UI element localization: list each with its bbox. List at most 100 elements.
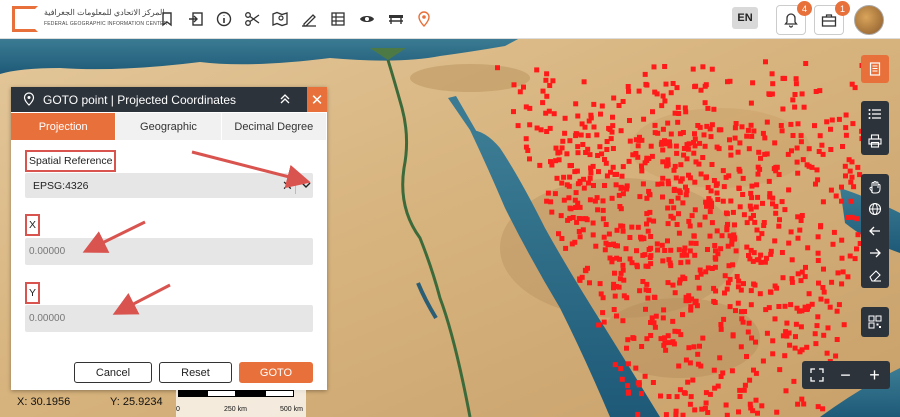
map-point[interactable] — [772, 140, 778, 146]
map-point[interactable] — [821, 266, 826, 272]
map-point[interactable] — [675, 104, 681, 110]
map-point[interactable] — [588, 170, 594, 176]
map-point[interactable] — [540, 88, 546, 94]
map-point[interactable] — [678, 178, 684, 184]
map-point[interactable] — [789, 257, 795, 263]
map-point[interactable] — [794, 159, 800, 165]
map-point[interactable] — [814, 167, 820, 173]
map-point[interactable] — [824, 350, 830, 356]
map-point[interactable] — [734, 274, 740, 279]
map-point[interactable] — [787, 342, 793, 348]
map-point[interactable] — [709, 122, 715, 128]
map-point[interactable] — [839, 281, 845, 287]
map-point[interactable] — [748, 215, 754, 221]
map-point[interactable] — [726, 173, 732, 179]
map-point[interactable] — [798, 133, 804, 139]
map-point[interactable] — [594, 132, 600, 138]
map-point[interactable] — [609, 195, 615, 201]
map-point[interactable] — [740, 192, 746, 197]
map-point[interactable] — [793, 334, 798, 340]
map-point[interactable] — [719, 233, 725, 239]
map-point[interactable] — [800, 157, 806, 163]
map-point[interactable] — [792, 345, 798, 351]
map-point[interactable] — [695, 361, 701, 367]
map-point[interactable] — [655, 130, 661, 136]
map-point[interactable] — [854, 216, 860, 222]
map-point[interactable] — [676, 230, 682, 236]
map-point[interactable] — [546, 108, 552, 114]
map-point[interactable] — [605, 242, 611, 248]
map-point[interactable] — [737, 394, 743, 399]
map-point[interactable] — [666, 181, 671, 187]
map-point[interactable] — [851, 184, 857, 190]
map-point[interactable] — [768, 251, 774, 257]
map-point[interactable] — [627, 118, 632, 123]
map-point[interactable] — [732, 135, 738, 141]
map-point[interactable] — [744, 244, 750, 250]
map-point[interactable] — [676, 211, 681, 217]
map-point[interactable] — [620, 262, 626, 268]
map-point[interactable] — [748, 247, 754, 253]
goto-button[interactable]: GOTO — [239, 362, 313, 383]
map-point[interactable] — [824, 298, 830, 304]
map-point[interactable] — [642, 71, 648, 77]
map-point[interactable] — [818, 224, 823, 230]
map-point[interactable] — [770, 338, 776, 344]
map-point[interactable] — [602, 183, 607, 188]
map-point[interactable] — [670, 81, 676, 86]
map-point[interactable] — [799, 213, 805, 218]
map-point[interactable] — [646, 217, 652, 223]
map-point[interactable] — [649, 315, 655, 321]
map-point[interactable] — [748, 100, 754, 106]
map-point[interactable] — [540, 100, 546, 106]
chevron-down-icon[interactable] — [301, 180, 311, 190]
map-point[interactable] — [591, 124, 597, 130]
map-point[interactable] — [746, 146, 752, 152]
map-point[interactable] — [772, 238, 778, 244]
map-point[interactable] — [585, 133, 591, 139]
map-point[interactable] — [727, 233, 733, 239]
map-point[interactable] — [835, 270, 841, 276]
map-point[interactable] — [824, 119, 830, 125]
map-point[interactable] — [665, 280, 671, 286]
map-point[interactable] — [634, 248, 639, 254]
map-point[interactable] — [763, 59, 768, 65]
map-point[interactable] — [848, 179, 854, 185]
map-point[interactable] — [569, 163, 574, 168]
map-point[interactable] — [685, 379, 691, 385]
map-point[interactable] — [559, 236, 565, 241]
map-point[interactable] — [602, 247, 608, 253]
map-point[interactable] — [827, 304, 833, 310]
cancel-button[interactable]: Cancel — [74, 362, 152, 383]
map-point[interactable] — [727, 137, 732, 143]
map-point[interactable] — [711, 106, 717, 112]
map-point[interactable] — [544, 71, 550, 77]
close-button[interactable]: ✕ — [307, 87, 327, 112]
map-point[interactable] — [652, 324, 658, 330]
map-point[interactable] — [718, 246, 724, 252]
map-point[interactable] — [627, 235, 633, 240]
map-point[interactable] — [630, 335, 636, 341]
map-point[interactable] — [686, 218, 692, 224]
map-point[interactable] — [668, 131, 674, 137]
map-point[interactable] — [626, 88, 631, 94]
map-point[interactable] — [552, 191, 558, 197]
map-point[interactable] — [707, 233, 713, 239]
map-point[interactable] — [793, 76, 799, 82]
map-point[interactable] — [569, 241, 575, 247]
map-point[interactable] — [713, 182, 719, 188]
map-point[interactable] — [833, 193, 839, 199]
map-point[interactable] — [770, 81, 776, 87]
map-point[interactable] — [663, 81, 669, 87]
map-point[interactable] — [683, 294, 689, 300]
map-point[interactable] — [693, 83, 699, 89]
map-point[interactable] — [687, 360, 693, 366]
map-point[interactable] — [623, 246, 629, 252]
map-point[interactable] — [698, 171, 704, 177]
map-point[interactable] — [644, 195, 650, 201]
map-point[interactable] — [561, 174, 567, 180]
map-point[interactable] — [815, 250, 821, 256]
map-point[interactable] — [779, 250, 785, 255]
map-point[interactable] — [545, 190, 551, 196]
avatar[interactable] — [854, 5, 884, 35]
